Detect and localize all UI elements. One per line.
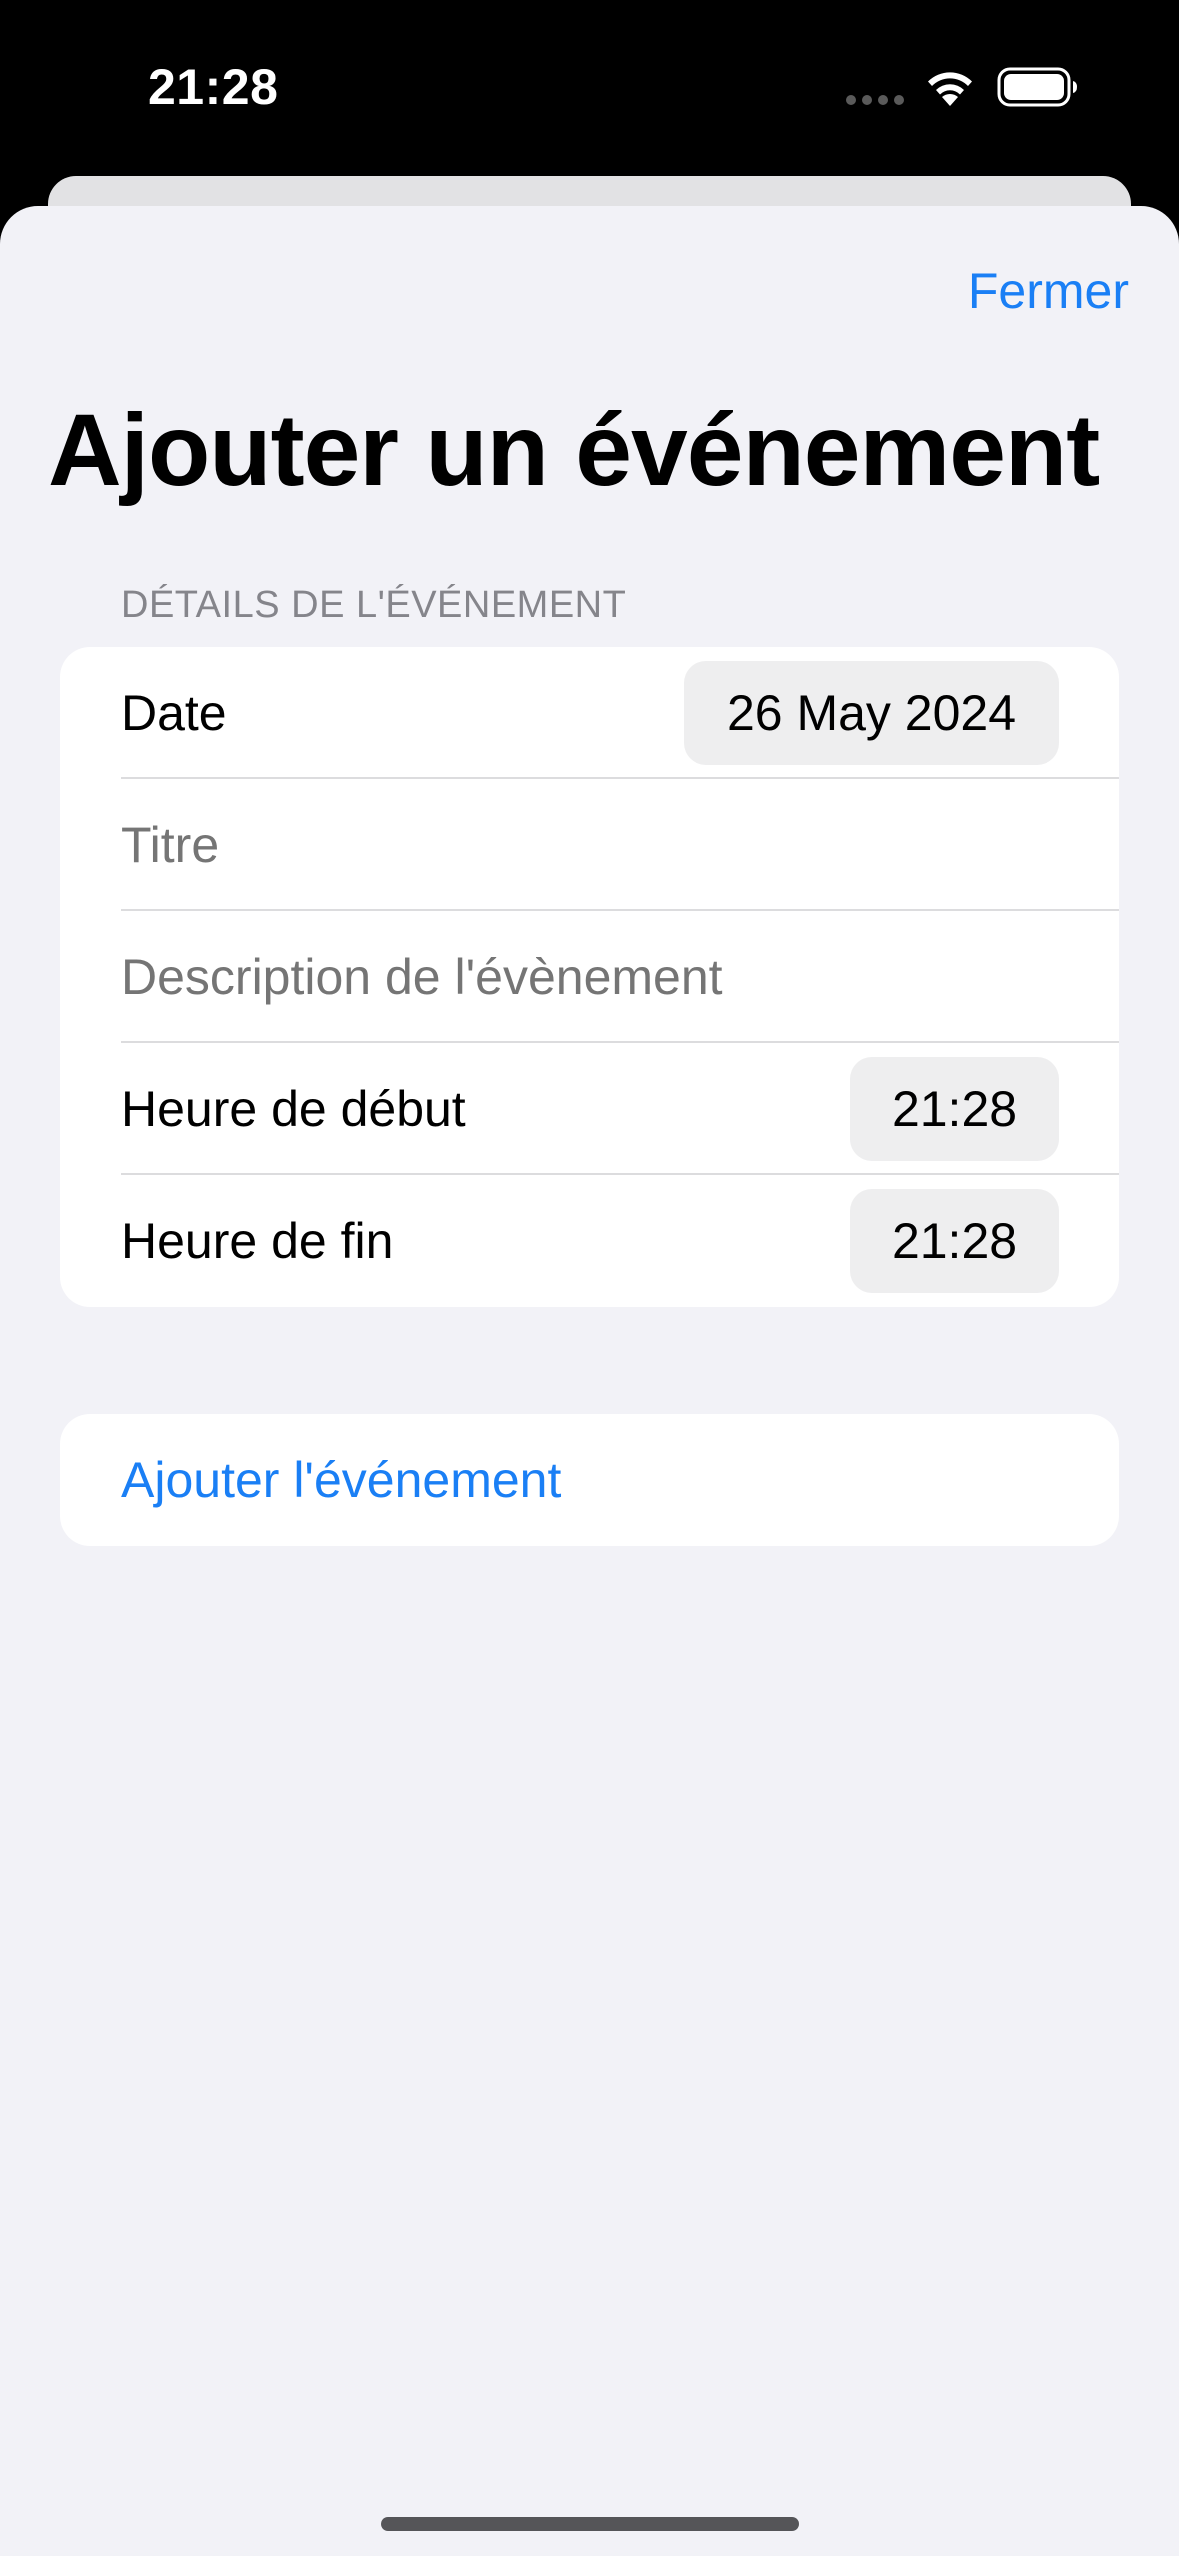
start-time-row: Heure de début 21:28 [60,1043,1119,1175]
start-time-label: Heure de début [121,1081,466,1137]
event-details-card: Date 26 May 2024 Heure de début 21:28 He… [60,647,1119,1307]
add-event-label: Ajouter l'événement [121,1452,562,1508]
close-button[interactable]: Fermer [968,262,1129,320]
screen: 21:28 Fermer Ajouter un événement DÉTAIL… [0,0,1179,2556]
description-input[interactable] [121,948,1061,1006]
add-event-button[interactable]: Ajouter l'événement [60,1414,1119,1546]
wifi-icon [928,72,972,106]
home-indicator[interactable] [381,2517,799,2531]
end-time-label: Heure de fin [121,1213,394,1269]
end-time-picker[interactable]: 21:28 [850,1189,1059,1293]
status-time: 21:28 [148,59,279,115]
title-input[interactable] [121,816,1061,874]
title-row [60,779,1119,911]
start-time-picker[interactable]: 21:28 [850,1057,1059,1161]
page-title: Ajouter un événement [48,393,1100,507]
date-label: Date [121,685,227,741]
end-time-row: Heure de fin 21:28 [60,1175,1119,1307]
section-header: DÉTAILS DE L'ÉVÉNEMENT [121,584,627,626]
add-event-sheet: Fermer Ajouter un événement DÉTAILS DE L… [0,206,1179,2556]
date-row: Date 26 May 2024 [60,647,1119,779]
battery-icon [997,67,1077,107]
description-row [60,911,1119,1043]
date-picker[interactable]: 26 May 2024 [684,661,1059,765]
cellular-dots-icon [846,95,904,105]
